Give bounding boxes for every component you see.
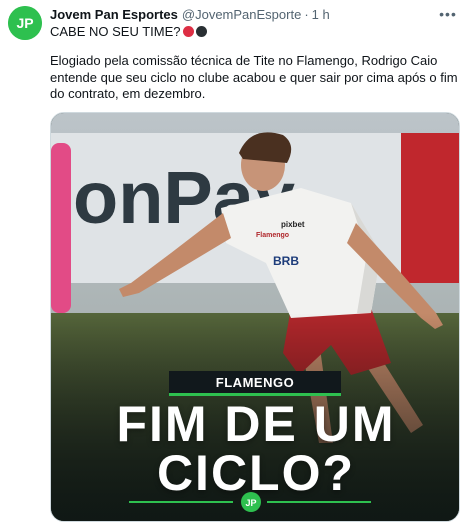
tweet-media-image[interactable]: onPay pixbet BRB Flamengo FLAMENGO FIM D… [50, 112, 460, 522]
author-avatar[interactable]: JP [8, 6, 42, 40]
image-title-line-1: FIM DE UM [116, 396, 396, 452]
svg-text:JP: JP [245, 498, 256, 508]
tweet-body: Elogiado pela comissão técnica de Tite n… [50, 53, 458, 101]
shirt-crest-text: Flamengo [256, 232, 289, 239]
black-circle-icon [195, 25, 207, 37]
category-tag: FLAMENGO [169, 371, 341, 393]
divider-right [267, 501, 371, 503]
tweet-header: Jovem Pan Esportes @JovemPanEsporte · 1 … [50, 5, 459, 23]
svg-text:JP: JP [16, 15, 33, 31]
jovem-pan-logo-icon: JP [8, 6, 42, 40]
shirt-sponsor-brb: BRB [273, 254, 299, 268]
jovem-pan-small-logo-icon: JP [241, 492, 261, 512]
author-handle[interactable]: @JovemPanEsporte [182, 7, 301, 22]
headline-text: CABE NO SEU TIME? [50, 23, 181, 39]
tweet[interactable]: JP Jovem Pan Esportes @JovemPanEsporte ·… [0, 0, 469, 526]
red-circle-icon [182, 25, 194, 37]
tweet-timestamp[interactable]: 1 h [312, 7, 330, 22]
separator: · [304, 6, 309, 22]
more-options-icon[interactable]: ••• [437, 3, 459, 25]
shirt-sponsor-pixbet: pixbet [281, 220, 305, 229]
tweet-headline: CABE NO SEU TIME? [50, 22, 207, 40]
author-name[interactable]: Jovem Pan Esportes [50, 7, 178, 22]
divider-left [129, 501, 233, 503]
